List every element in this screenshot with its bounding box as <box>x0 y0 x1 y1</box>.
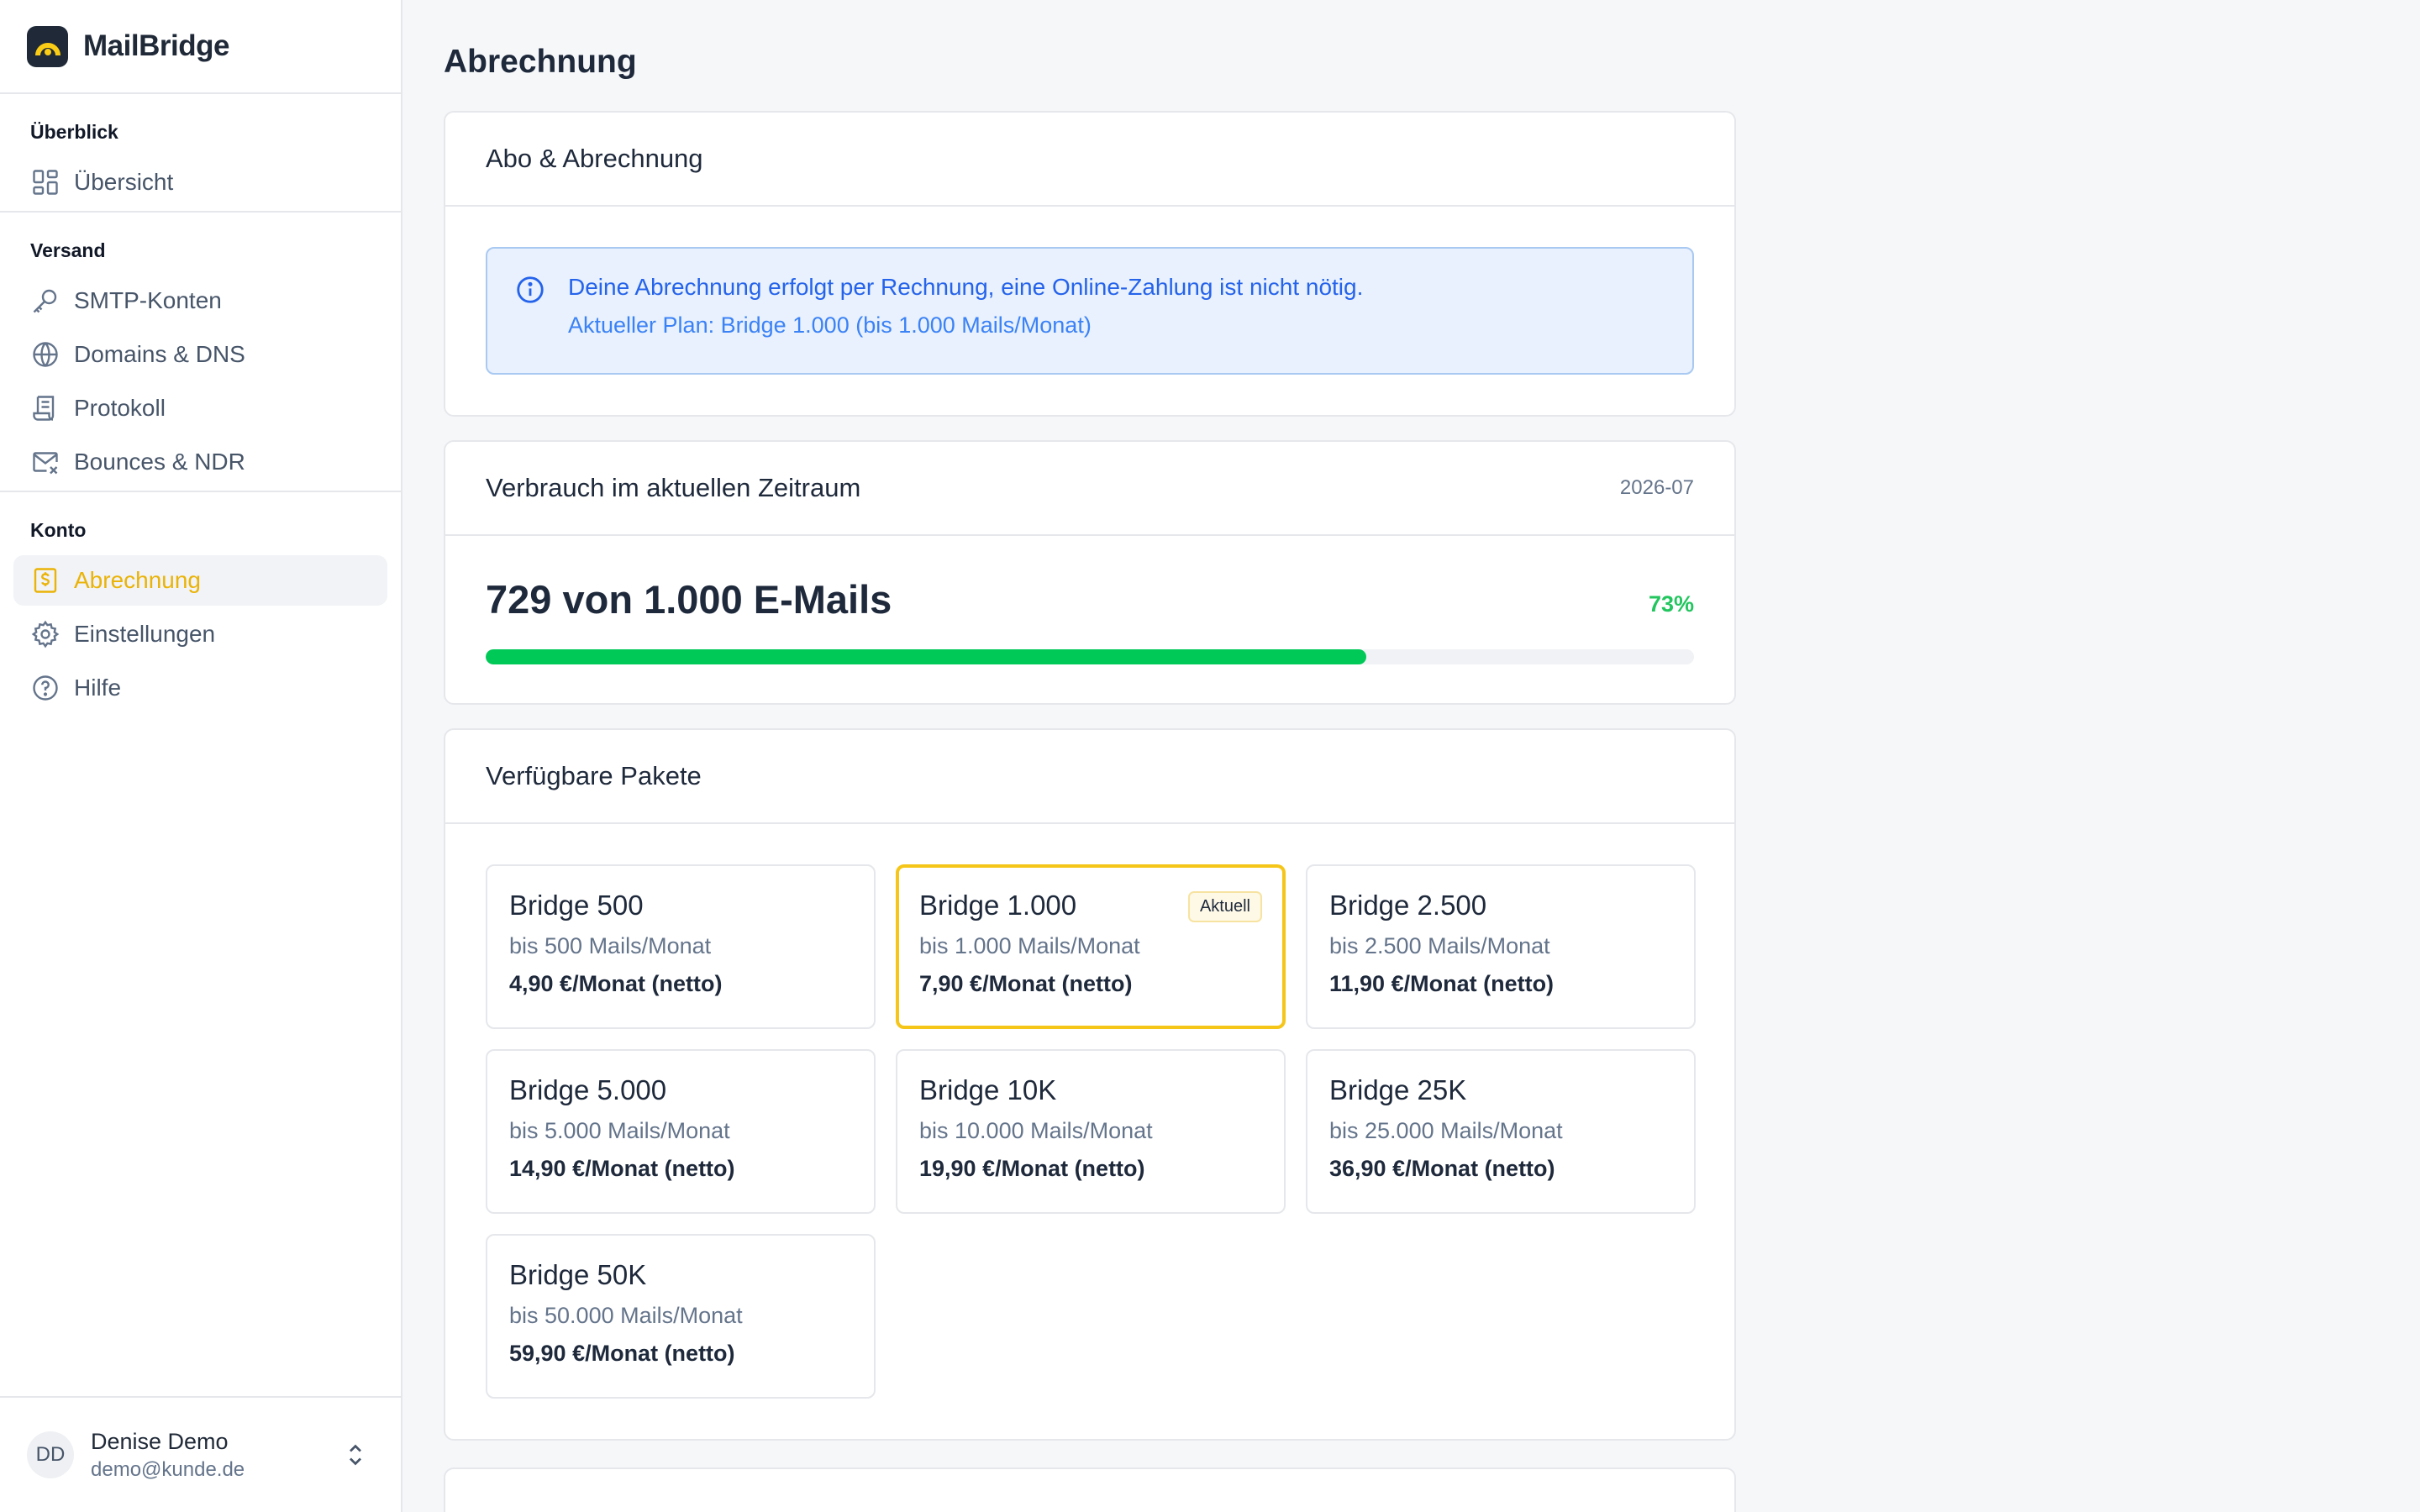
avatar: DD <box>27 1431 74 1478</box>
plans-card-title: Verfügbare Pakete <box>486 761 702 790</box>
usage-row: 729 von 1.000 E-Mails 73% <box>486 576 1694 622</box>
plan-name: Bridge 50K <box>509 1259 647 1290</box>
next-card <box>444 1467 1736 1512</box>
mail-x-icon <box>33 452 58 475</box>
plan-limit: bis 10.000 Mails/Monat <box>919 1118 1153 1143</box>
plans-grid: Bridge 500 bis 500 Mails/Monat 4,90 €/Mo… <box>486 864 1696 1399</box>
sidebar-item-label: Abrechnung <box>74 567 202 593</box>
sidebar-item-label: Domains & DNS <box>74 341 245 367</box>
scroll-icon <box>33 396 55 421</box>
globe-icon <box>33 342 58 367</box>
plan-price: 59,90 €/Monat (netto) <box>509 1341 735 1366</box>
info-icon <box>517 276 544 303</box>
billing-card-body: Deine Abrechnung erfolgt per Rechnung, e… <box>445 207 1734 415</box>
sidebar-item-label: SMTP-Konten <box>74 287 222 313</box>
sidebar-item-bounces[interactable]: Bounces & NDR <box>13 437 387 487</box>
sidebar-item-uebersicht[interactable]: Übersicht <box>13 157 387 207</box>
brand-logo-icon <box>27 25 68 67</box>
plan-name: Bridge 10K <box>919 1074 1057 1105</box>
plan-card[interactable]: Bridge 10K bis 10.000 Mails/Monat 19,90 … <box>896 1049 1286 1214</box>
plans-card: Verfügbare Pakete Bridge 500 bis 500 Mai… <box>444 728 1736 1441</box>
nav-section-konto: Konto Abrechnung Einstellungen Hilfe <box>0 491 401 725</box>
plan-card[interactable]: Bridge 2.500 bis 2.500 Mails/Monat 11,90… <box>1306 864 1696 1029</box>
billing-card: Abo & Abrechnung Deine Abrechnung erfolg… <box>444 111 1736 417</box>
usage-count: 729 von 1.000 E-Mails <box>486 577 892 622</box>
dollar-receipt-icon <box>34 568 57 593</box>
sidebar-item-smtp[interactable]: SMTP-Konten <box>13 276 387 326</box>
plans-card-header: Verfügbare Pakete <box>445 730 1734 824</box>
plan-limit: bis 1.000 Mails/Monat <box>919 933 1140 958</box>
sidebar-item-domains[interactable]: Domains & DNS <box>13 329 387 380</box>
info-alert-text: Deine Abrechnung erfolgt per Rechnung, e… <box>568 274 1363 348</box>
main-content: Abrechnung Abo & Abrechnung Deine Abrech… <box>444 0 1736 1512</box>
current-plan-badge: Aktuell <box>1187 891 1262 922</box>
usage-period: 2026-07 <box>1619 476 1694 499</box>
sidebar-item-abrechnung[interactable]: Abrechnung <box>13 555 387 606</box>
chevron-up-down-icon[interactable] <box>340 1440 371 1470</box>
plan-card[interactable]: Bridge 25K bis 25.000 Mails/Monat 36,90 … <box>1306 1049 1696 1214</box>
plan-card[interactable]: Bridge 5.000 bis 5.000 Mails/Monat 14,90… <box>486 1049 876 1214</box>
billing-card-title: Abo & Abrechnung <box>486 144 703 173</box>
plan-limit: bis 500 Mails/Monat <box>509 933 712 958</box>
usage-percent: 73% <box>1648 591 1694 617</box>
page-title: Abrechnung <box>444 44 637 80</box>
usage-progress-fill <box>486 649 1367 664</box>
nav-heading-versand: Versand <box>30 239 106 261</box>
plan-price: 7,90 €/Monat (netto) <box>919 971 1133 996</box>
brand[interactable]: MailBridge <box>0 0 401 94</box>
sidebar-item-label: Einstellungen <box>74 621 216 647</box>
user-info: Denise Demo demo@kunde.de <box>91 1429 245 1482</box>
nav-section-overview: Überblick Übersicht <box>0 94 401 207</box>
plan-card[interactable]: Bridge 50K bis 50.000 Mails/Monat 59,90 … <box>486 1234 876 1399</box>
plan-card[interactable]: Bridge 500 bis 500 Mails/Monat 4,90 €/Mo… <box>486 864 876 1029</box>
plan-name: Bridge 25K <box>1329 1074 1467 1105</box>
usage-card-header: Verbrauch im aktuellen Zeitraum 2026-07 <box>445 442 1734 536</box>
user-email: demo@kunde.de <box>91 1457 245 1481</box>
billing-card-header: Abo & Abrechnung <box>445 113 1734 207</box>
sidebar-item-label: Bounces & NDR <box>74 449 245 475</box>
app-root: MailBridge Überblick Übersicht Versand S… <box>0 0 2420 1512</box>
user-name: Denise Demo <box>91 1428 229 1454</box>
plan-name: Bridge 5.000 <box>509 1074 667 1105</box>
usage-card-body: 729 von 1.000 E-Mails 73% <box>445 536 1734 703</box>
user-menu[interactable]: DD Denise Demo demo@kunde.de <box>0 1396 401 1512</box>
usage-progress-bar <box>486 649 1694 664</box>
nav-heading-overview: Überblick <box>30 121 118 143</box>
sidebar-item-label: Protokoll <box>74 395 166 421</box>
plan-limit: bis 25.000 Mails/Monat <box>1329 1118 1563 1143</box>
dashboard-grid-icon <box>33 170 58 195</box>
nav-heading-konto: Konto <box>30 519 87 541</box>
plan-price: 19,90 €/Monat (netto) <box>919 1156 1145 1181</box>
nav-section-versand: Versand SMTP-Konten Domains & DNS Protok… <box>0 211 401 487</box>
sidebar-item-label: Übersicht <box>74 169 174 195</box>
plan-limit: bis 5.000 Mails/Monat <box>509 1118 730 1143</box>
plan-price: 11,90 €/Monat (netto) <box>1329 971 1555 996</box>
plan-limit: bis 50.000 Mails/Monat <box>509 1303 743 1328</box>
plan-price: 14,90 €/Monat (netto) <box>509 1156 735 1181</box>
sidebar-item-label: Hilfe <box>74 675 122 701</box>
plan-price: 36,90 €/Monat (netto) <box>1329 1156 1555 1181</box>
sidebar: MailBridge Überblick Übersicht Versand S… <box>0 0 402 1512</box>
sidebar-item-einstellungen[interactable]: Einstellungen <box>13 609 387 659</box>
info-alert-current-plan: Aktueller Plan: Bridge 1.000 (bis 1.000 … <box>568 312 1092 338</box>
info-alert: Deine Abrechnung erfolgt per Rechnung, e… <box>486 247 1694 375</box>
plans-card-body: Bridge 500 bis 500 Mails/Monat 4,90 €/Mo… <box>445 824 1734 1439</box>
plan-name: Bridge 500 <box>509 890 644 921</box>
plan-limit: bis 2.500 Mails/Monat <box>1329 933 1550 958</box>
plan-card-current[interactable]: Bridge 1.000 bis 1.000 Mails/Monat 7,90 … <box>896 864 1286 1029</box>
help-circle-icon <box>33 675 58 701</box>
info-alert-message: Deine Abrechnung erfolgt per Rechnung, e… <box>568 274 1364 300</box>
usage-card: Verbrauch im aktuellen Zeitraum 2026-07 … <box>444 440 1736 705</box>
key-icon <box>33 289 57 313</box>
usage-card-title: Verbrauch im aktuellen Zeitraum <box>486 473 861 502</box>
gear-icon <box>31 620 60 648</box>
sidebar-item-protokoll[interactable]: Protokoll <box>13 383 387 433</box>
plan-name: Bridge 2.500 <box>1329 890 1487 921</box>
brand-name: MailBridge <box>83 29 229 62</box>
sidebar-item-hilfe[interactable]: Hilfe <box>13 663 387 713</box>
plan-price: 4,90 €/Monat (netto) <box>509 971 723 996</box>
